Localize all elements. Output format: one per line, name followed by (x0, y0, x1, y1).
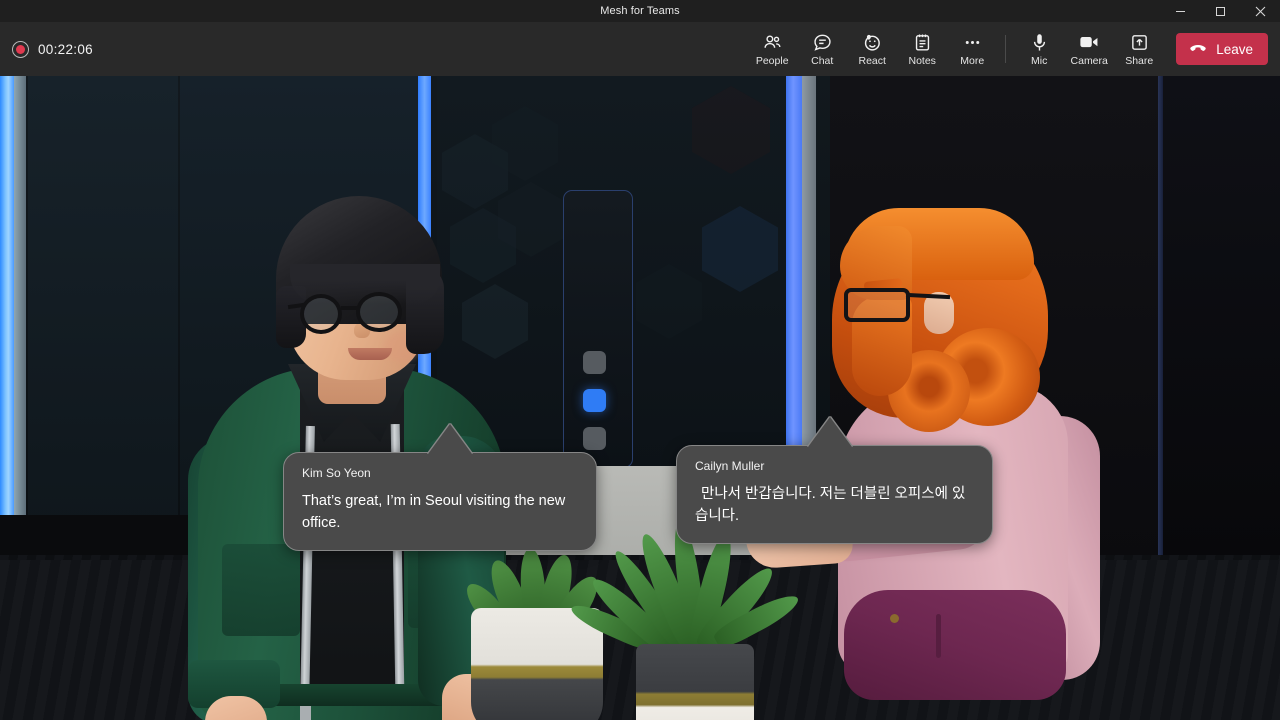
speech-bubble-cailyn-muller[interactable]: Cailyn Muller 만나서 반갑습니다. 저는 더블린 오피스에 있습니… (676, 445, 993, 544)
chat-bubble-icon (812, 32, 833, 53)
chat-label: Chat (811, 54, 834, 67)
avatar-glasses-lens-right (356, 292, 402, 332)
notes-button[interactable]: Notes (897, 24, 947, 74)
plant-pot (471, 608, 603, 720)
immersive-meeting-scene[interactable]: Kim So Yeon That’s great, I’m in Seoul v… (0, 76, 1280, 720)
pillar-button-top[interactable] (583, 351, 606, 374)
recording-timer: 00:22:06 (12, 22, 93, 76)
avatar-skirt-seam (936, 614, 941, 658)
notes-icon (912, 32, 933, 53)
react-emoji-icon (861, 32, 883, 53)
leave-button[interactable]: Leave (1176, 33, 1268, 65)
react-label: React (858, 54, 886, 67)
wall-panel-e (1162, 76, 1280, 636)
speaker-name: Cailyn Muller (695, 459, 765, 473)
avatar-glasses-bridge (341, 306, 359, 310)
speech-bubble-tail (428, 424, 472, 454)
mic-button[interactable]: Mic (1014, 24, 1064, 74)
share-button[interactable]: Share (1114, 24, 1164, 74)
speech-message: That’s great, I’m in Seoul visiting the … (302, 493, 566, 531)
mic-label: Mic (1031, 54, 1048, 67)
notes-label: Notes (908, 54, 936, 67)
speech-message: 만나서 반갑습니다. 저는 더블린 오피스에 있습니다. (695, 486, 966, 524)
avatar-cailyn-muller[interactable] (740, 116, 1170, 720)
wall-control-pillar (563, 190, 633, 468)
avatar-skirt-button (890, 614, 899, 623)
window-titlebar: Mesh for Teams (0, 0, 1280, 22)
plant-pot (636, 644, 754, 720)
close-button[interactable] (1240, 0, 1280, 22)
more-ellipsis-icon (962, 32, 983, 53)
people-label: People (755, 54, 789, 67)
avatar-glasses-lens (844, 288, 910, 322)
toolbar-divider (1005, 35, 1007, 63)
avatar-hoodie-pocket-left (222, 544, 300, 636)
toolbar-actions: People Chat React Notes More Mic Camera … (747, 22, 1268, 76)
camera-icon (1078, 32, 1100, 53)
speech-bubble-kim-so-yeon[interactable]: Kim So Yeon That’s great, I’m in Seoul v… (283, 452, 597, 551)
speaker-name: Kim So Yeon (302, 466, 371, 480)
window-title: Mesh for Teams (600, 5, 680, 17)
avatar-mouth (348, 348, 392, 360)
share-label: Share (1125, 54, 1154, 67)
maximize-button[interactable] (1200, 0, 1240, 22)
more-label: More (960, 54, 985, 67)
chat-button[interactable]: Chat (797, 24, 847, 74)
potted-plant-center (567, 516, 803, 720)
meeting-toolbar: 00:22:06 People Chat React Notes More Mi… (0, 22, 1280, 76)
people-icon (762, 32, 783, 53)
people-button[interactable]: People (747, 24, 797, 74)
camera-button[interactable]: Camera (1064, 24, 1114, 74)
pillar-button-bottom[interactable] (583, 427, 606, 450)
pillar-button-active[interactable] (583, 389, 606, 412)
leave-label: Leave (1216, 41, 1253, 57)
react-button[interactable]: React (847, 24, 897, 74)
share-arrow-icon (1129, 32, 1150, 53)
avatar-glasses-lens-left (300, 294, 342, 334)
camera-label: Camera (1070, 54, 1108, 67)
mesh-for-teams-window: Mesh for Teams 00:22:06 People Chat Reac… (0, 0, 1280, 720)
window-controls (1160, 0, 1280, 22)
microphone-icon (1029, 32, 1050, 53)
hangup-phone-icon (1188, 38, 1208, 61)
record-dot-icon (12, 40, 29, 58)
speech-bubble-tail (808, 417, 852, 447)
avatar-purple-skirt (844, 590, 1066, 700)
minimize-button[interactable] (1160, 0, 1200, 22)
timer-text: 00:22:06 (38, 41, 93, 57)
more-button[interactable]: More (947, 24, 997, 74)
